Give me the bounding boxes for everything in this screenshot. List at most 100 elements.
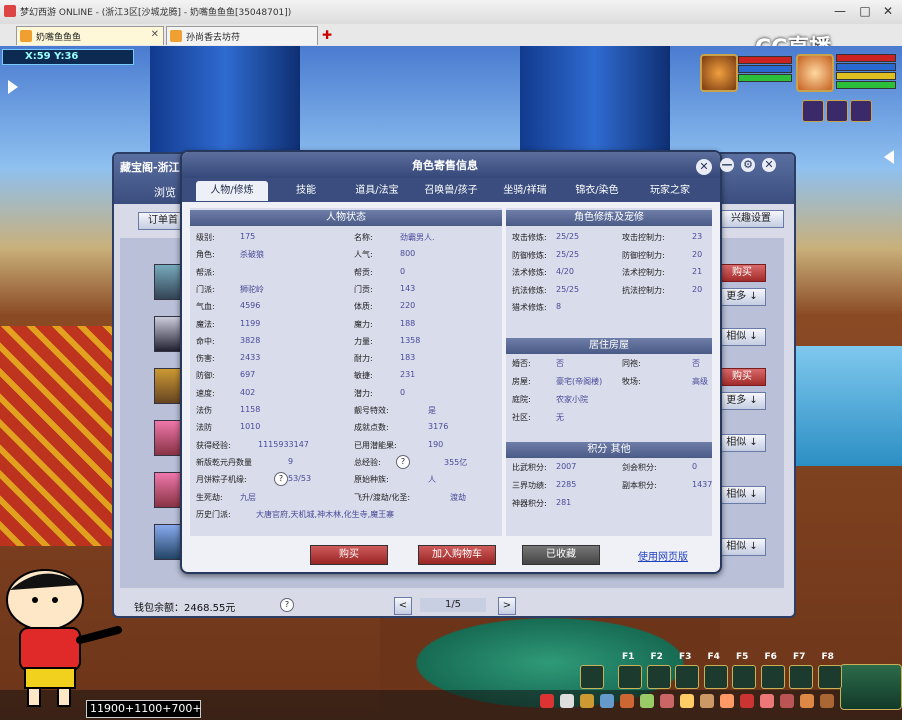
buy-button[interactable]: 购买 (718, 368, 766, 386)
menu-icon[interactable] (700, 694, 714, 708)
expand-left-icon[interactable] (8, 80, 18, 94)
next-page-button[interactable]: > (498, 597, 516, 615)
wallet-balance: 钱包余额：2468.55元 (134, 599, 235, 614)
menu-icon[interactable] (540, 694, 554, 708)
tab-character-2[interactable]: 孙尚香去坊苻 (166, 26, 318, 45)
more-button[interactable]: 更多 ↓ (718, 392, 766, 410)
buff-icon[interactable] (850, 100, 872, 122)
tab-player-home[interactable]: 玩家之家 (634, 181, 706, 201)
settings-icon[interactable]: ⚙ (741, 158, 755, 172)
minimize-button[interactable]: — (830, 3, 850, 19)
mascot-shorts (24, 667, 76, 689)
minimize-icon[interactable]: — (720, 158, 734, 172)
menu-icon[interactable] (640, 694, 654, 708)
status-label: 命中: (196, 336, 215, 346)
menu-icon[interactable] (740, 694, 754, 708)
hotkey-slot[interactable] (703, 665, 728, 689)
more-button[interactable]: 更多 ↓ (718, 288, 766, 306)
status-value: 劲霸男人. (400, 233, 435, 242)
status-label: 帮派: (196, 267, 215, 277)
hotkey-slot[interactable] (732, 665, 756, 689)
buff-icon[interactable] (802, 100, 824, 122)
dialog-tabs: 人物/修炼 技能 道具/法宝 召唤兽/孩子 坐骑/祥瑞 锦衣/染色 玩家之家 (182, 178, 720, 202)
hotkey-slot[interactable] (675, 665, 699, 689)
info-value: 25/25 (556, 232, 580, 241)
menu-icon[interactable] (800, 694, 814, 708)
wallet-label: 钱包余额： (134, 603, 184, 614)
hotkey-slot[interactable] (817, 665, 842, 689)
status-label: 新版乾元丹数量 (196, 457, 252, 467)
info-label: 猎术修炼: (512, 303, 547, 312)
pet-exp-bar (738, 74, 792, 82)
coordinate-readout: X:59 Y:36 (2, 49, 134, 65)
new-tab-icon[interactable]: ✚ (322, 28, 332, 42)
menu-icon[interactable] (780, 694, 794, 708)
status-label: 获得经验: (196, 440, 231, 450)
menu-icon[interactable] (660, 694, 674, 708)
tab-mounts[interactable]: 坐骑/祥瑞 (490, 181, 560, 201)
player-mp-bar (836, 63, 896, 71)
status-value: 3176 (428, 422, 449, 432)
help-icon[interactable]: ? (280, 598, 294, 612)
close-icon[interactable]: ✕ (762, 158, 776, 172)
status-value: 188 (400, 318, 416, 328)
info-label: 剑会积分: (622, 463, 657, 472)
status-value: 3828 (240, 335, 261, 345)
status-value: 190 (428, 439, 444, 449)
tab-character-1[interactable]: 奶嘴鱼鱼鱼 ✕ (16, 26, 164, 45)
status-value: 53/53 (288, 474, 312, 484)
similar-button[interactable]: 相似 ↓ (718, 486, 766, 504)
tab-skills[interactable]: 技能 (278, 181, 334, 201)
interest-settings-button[interactable]: 兴趣设置 (718, 210, 784, 228)
buff-icon[interactable] (826, 100, 848, 122)
status-value: 大唐官府,天机城,神木林,化生寺,魔王寨 (256, 509, 395, 519)
menu-icon[interactable] (620, 694, 634, 708)
status-value: 渡劫 (450, 492, 466, 502)
expand-right-icon[interactable] (884, 150, 894, 164)
similar-button[interactable]: 相似 ↓ (718, 328, 766, 346)
hotkey-slot[interactable] (580, 665, 604, 689)
hotkey-label: F6 (764, 652, 777, 662)
minimap-building[interactable] (840, 664, 902, 710)
info-label: 防御控制力: (622, 250, 665, 260)
menu-icon[interactable] (820, 694, 834, 708)
player-portrait[interactable] (796, 54, 834, 92)
menu-icon[interactable] (760, 694, 774, 708)
hotkey-slot[interactable] (789, 665, 813, 689)
menu-icon[interactable] (720, 694, 734, 708)
menu-icon[interactable] (580, 694, 594, 708)
hotkey-slot[interactable] (618, 665, 642, 689)
info-label: 同袍: (622, 359, 641, 368)
help-icon[interactable]: ? (274, 472, 288, 487)
similar-button[interactable]: 相似 ↓ (718, 538, 766, 556)
info-value: 21 (692, 267, 703, 276)
add-to-cart-button[interactable]: 加入购物车 (418, 545, 496, 565)
hotkey-slot[interactable] (760, 665, 785, 689)
info-label: 比武积分: (512, 463, 547, 472)
menu-icon[interactable] (560, 694, 574, 708)
tab-items-treasure[interactable]: 道具/法宝 (342, 181, 412, 201)
info-label: 社区: (512, 413, 531, 422)
tab-summons-children[interactable]: 召唤兽/孩子 (414, 181, 488, 201)
tab-character-cultivation[interactable]: 人物/修炼 (196, 181, 268, 201)
pet-portrait[interactable] (700, 54, 738, 92)
help-icon[interactable]: ? (396, 454, 410, 469)
menu-icon[interactable] (600, 694, 614, 708)
prev-page-button[interactable]: < (394, 597, 412, 615)
hotkey-slot[interactable] (646, 665, 671, 689)
status-value: 1115933147 (258, 439, 309, 449)
browse-tab[interactable]: 浏览 (154, 184, 176, 200)
similar-button[interactable]: 相似 ↓ (718, 434, 766, 452)
collected-button[interactable]: 已收藏 (522, 545, 600, 565)
web-version-link[interactable]: 使用网页版 (638, 548, 688, 563)
info-label: 防御修炼: (512, 250, 547, 260)
maximize-button[interactable]: □ (855, 3, 875, 19)
buy-button[interactable]: 购买 (718, 264, 766, 282)
close-tab-icon[interactable]: ✕ (151, 29, 159, 40)
close-icon[interactable]: ✕ (696, 159, 712, 175)
buy-button[interactable]: 购买 (310, 545, 388, 565)
info-value: 25/25 (556, 249, 580, 259)
tab-outfits[interactable]: 锦衣/染色 (562, 181, 632, 201)
close-button[interactable]: ✕ (878, 3, 898, 19)
menu-icon[interactable] (680, 694, 694, 708)
